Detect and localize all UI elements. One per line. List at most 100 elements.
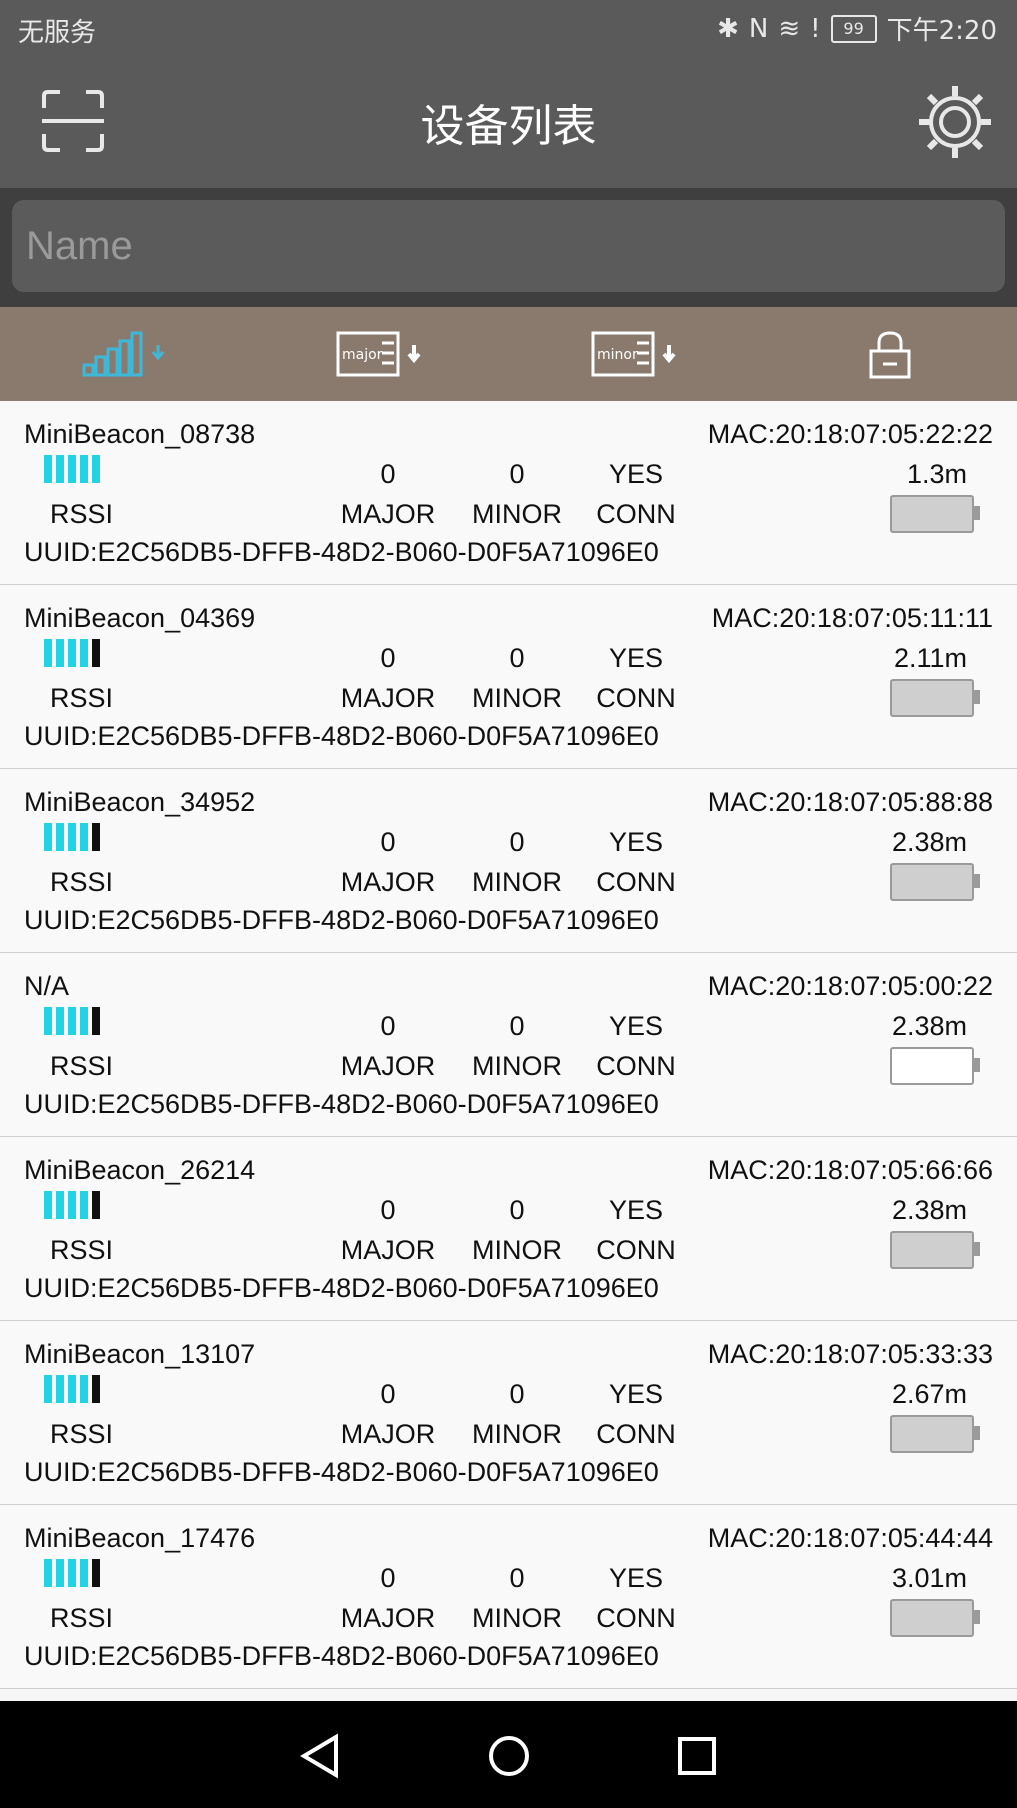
app-bar: 设备列表 bbox=[0, 58, 1017, 188]
home-icon[interactable] bbox=[484, 1731, 534, 1781]
rssi-signal-icon bbox=[44, 1559, 100, 1587]
conn-label: CONN bbox=[596, 1051, 676, 1081]
major-label: MAJOR bbox=[340, 1235, 436, 1265]
minor-sort-icon: minor bbox=[591, 331, 676, 377]
rssi-bar-segment bbox=[56, 1007, 64, 1035]
minor-value: 0 bbox=[509, 1563, 525, 1593]
search-bar bbox=[0, 188, 1017, 307]
battery-icon bbox=[890, 679, 980, 717]
battery-icon bbox=[890, 1047, 980, 1085]
minor-value: 0 bbox=[509, 1379, 525, 1409]
rssi-bar-segment bbox=[44, 1007, 52, 1035]
rssi-signal-icon bbox=[44, 1191, 100, 1219]
device-uuid: UUID:E2C56DB5-DFFB-48D2-B060-D0F5A71096E… bbox=[24, 1641, 659, 1671]
distance-value: 2.38m bbox=[891, 1011, 967, 1041]
device-uuid: UUID:E2C56DB5-DFFB-48D2-B060-D0F5A71096E… bbox=[24, 537, 659, 567]
device-row[interactable]: MiniBeacon_04369 MAC:20:18:07:05:11:11 RSS… bbox=[0, 585, 1017, 769]
distance-value: 2.11m bbox=[893, 643, 967, 673]
conn-value: YES bbox=[608, 1563, 664, 1593]
device-list[interactable]: MiniBeacon_08738 MAC:20:18:07:05:22:22 RSS… bbox=[0, 401, 1017, 1701]
svg-text:minor: minor bbox=[597, 347, 638, 363]
rssi-bar-segment bbox=[44, 1559, 52, 1587]
rssi-bar-segment bbox=[68, 639, 76, 667]
minor-label: MINOR bbox=[472, 1051, 562, 1081]
rssi-label: RSSI bbox=[50, 1235, 114, 1265]
device-mac: MAC:20:18:07:05:11:11 bbox=[711, 603, 993, 633]
filter-locked-button[interactable] bbox=[763, 307, 1017, 401]
rssi-bar-segment bbox=[44, 639, 52, 667]
minor-value: 0 bbox=[509, 459, 525, 489]
rssi-bar-segment bbox=[44, 1191, 52, 1219]
conn-value: YES bbox=[608, 1195, 664, 1225]
carrier-text: 无服务 bbox=[18, 18, 97, 48]
device-name: MiniBeacon_34952 bbox=[24, 787, 256, 817]
conn-label: CONN bbox=[596, 1235, 676, 1265]
device-row[interactable]: MiniBeacon_08738 MAC:20:18:07:05:22:22 RSS… bbox=[0, 401, 1017, 585]
lock-icon bbox=[869, 331, 911, 379]
device-row[interactable]: N/A MAC:20:18:07:05:00:22 RSSI 0 0 YES MAJOR MI… bbox=[0, 953, 1017, 1137]
conn-label: CONN bbox=[596, 683, 676, 713]
sort-by-rssi-button[interactable] bbox=[0, 307, 254, 401]
major-label: MAJOR bbox=[340, 683, 436, 713]
device-name: MiniBeacon_04369 bbox=[24, 603, 256, 633]
minor-value: 0 bbox=[509, 827, 525, 857]
recents-icon[interactable] bbox=[672, 1731, 722, 1781]
minor-label: MINOR bbox=[472, 1235, 562, 1265]
distance-value: 3.01m bbox=[891, 1563, 967, 1593]
minor-label: MINOR bbox=[472, 499, 562, 529]
status-icons: ✱ N ≋ ! 99 下午2:20 bbox=[717, 10, 997, 47]
conn-label: CONN bbox=[596, 1419, 676, 1449]
minor-label: MINOR bbox=[472, 867, 562, 897]
rssi-bar-segment bbox=[44, 455, 52, 483]
sort-by-minor-button[interactable]: minor bbox=[509, 307, 763, 401]
device-mac: MAC:20:18:07:05:33:33 bbox=[707, 1339, 993, 1369]
device-mac: MAC:20:18:07:05:66:66 bbox=[707, 1155, 993, 1185]
battery-icon bbox=[890, 863, 980, 901]
rssi-label: RSSI bbox=[50, 867, 114, 897]
conn-label: CONN bbox=[596, 499, 676, 529]
sort-by-major-button[interactable]: major bbox=[254, 307, 508, 401]
major-value: 0 bbox=[380, 1379, 396, 1409]
major-value: 0 bbox=[380, 459, 396, 489]
alert-icon: ! bbox=[810, 13, 821, 44]
rssi-bar-segment bbox=[80, 1007, 88, 1035]
device-row[interactable]: MiniBeacon_34952 MAC:20:18:07:05:88:88 RSS… bbox=[0, 769, 1017, 953]
major-value: 0 bbox=[380, 1563, 396, 1593]
device-mac: MAC:20:18:07:05:00:22 bbox=[707, 971, 993, 1001]
gear-icon[interactable] bbox=[915, 82, 995, 162]
rssi-bar-segment bbox=[80, 1375, 88, 1403]
signal-sort-icon bbox=[82, 331, 165, 377]
rssi-bar-segment bbox=[56, 639, 64, 667]
conn-value: YES bbox=[608, 643, 664, 673]
rssi-signal-icon bbox=[44, 639, 100, 667]
minor-value: 0 bbox=[509, 1195, 525, 1225]
name-search-input[interactable] bbox=[12, 200, 1005, 292]
device-row[interactable]: MiniBeacon_13107 MAC:20:18:07:05:33:33 RSS… bbox=[0, 1321, 1017, 1505]
minor-label: MINOR bbox=[472, 683, 562, 713]
device-mac: MAC:20:18:07:05:88:88 bbox=[707, 787, 993, 817]
rssi-label: RSSI bbox=[50, 1051, 114, 1081]
rssi-bar-segment bbox=[68, 1191, 76, 1219]
rssi-signal-icon bbox=[44, 455, 100, 483]
device-row[interactable]: MiniBeacon_17476 MAC:20:18:07:05:44:44 RSS… bbox=[0, 1505, 1017, 1689]
battery-icon bbox=[890, 1231, 980, 1269]
major-value: 0 bbox=[380, 1195, 396, 1225]
major-value: 0 bbox=[380, 827, 396, 857]
device-row[interactable]: MiniBeacon_26214 MAC:20:18:07:05:66:66 RSS… bbox=[0, 1137, 1017, 1321]
device-uuid: UUID:E2C56DB5-DFFB-48D2-B060-D0F5A71096E… bbox=[24, 721, 659, 751]
rssi-bar-segment bbox=[80, 639, 88, 667]
device-name: MiniBeacon_13107 bbox=[24, 1339, 256, 1369]
conn-label: CONN bbox=[596, 867, 676, 897]
battery-icon bbox=[890, 1599, 980, 1637]
rssi-bar-segment bbox=[92, 823, 100, 851]
rssi-bar-segment bbox=[92, 1191, 100, 1219]
back-icon[interactable] bbox=[296, 1731, 346, 1781]
minor-value: 0 bbox=[509, 1011, 525, 1041]
device-uuid: UUID:E2C56DB5-DFFB-48D2-B060-D0F5A71096E… bbox=[24, 1273, 659, 1303]
rssi-label: RSSI bbox=[50, 1603, 114, 1633]
rssi-bar-segment bbox=[92, 1007, 100, 1035]
distance-value: 2.38m bbox=[891, 1195, 967, 1225]
distance-value: 2.38m bbox=[891, 827, 967, 857]
rssi-bar-segment bbox=[92, 1559, 100, 1587]
minor-value: 0 bbox=[509, 643, 525, 673]
